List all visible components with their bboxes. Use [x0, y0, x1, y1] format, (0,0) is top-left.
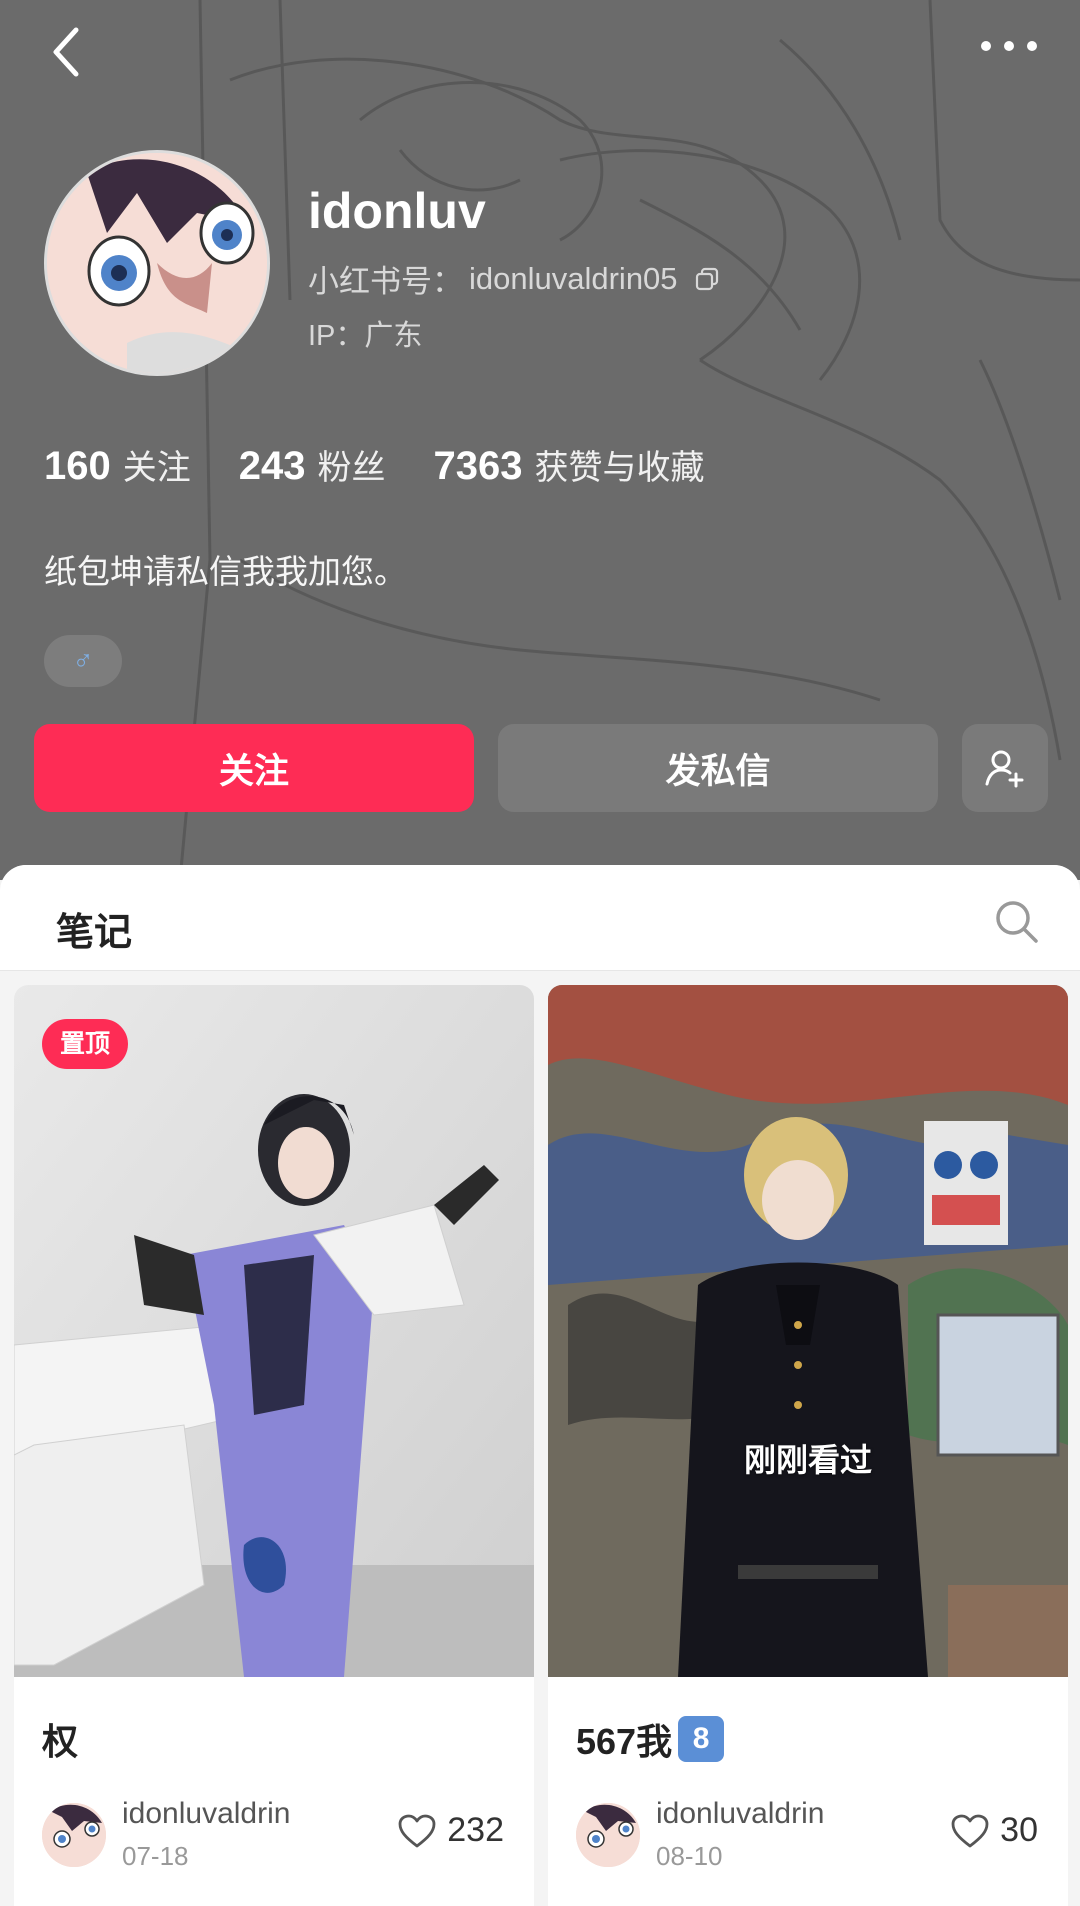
note-card[interactable]: 刚刚看过 567我 8 idonluvaldrin 08-10 30: [548, 985, 1068, 1906]
add-friend-button[interactable]: [962, 724, 1048, 812]
copy-icon[interactable]: [694, 266, 720, 292]
note-cover-image[interactable]: 置顶: [14, 985, 534, 1677]
xhs-id-value: idonluvaldrin05: [469, 260, 678, 296]
like-count: 30: [1000, 1811, 1038, 1849]
stat-likes-collects[interactable]: 7363 获赞与收藏: [434, 440, 705, 489]
profile-stats: 160 关注 243 粉丝 7363 获赞与收藏: [44, 440, 704, 489]
number-badge: 8: [678, 1716, 725, 1762]
note-title-text: 权: [42, 1721, 79, 1762]
gender-badge: ♂: [44, 635, 122, 687]
avatar[interactable]: [44, 150, 270, 376]
more-icon[interactable]: [974, 26, 1044, 66]
search-icon[interactable]: [992, 897, 1040, 945]
xhs-id-label: 小红书号：: [308, 264, 463, 299]
stat-label: 获赞与收藏: [534, 449, 705, 487]
xhs-id-line: 小红书号： idonluvaldrin05: [308, 256, 720, 301]
add-friend-icon: [985, 750, 1024, 788]
stat-value: 7363: [433, 444, 523, 488]
stat-label: 关注: [122, 449, 191, 487]
author-name[interactable]: idonluvaldrin: [122, 1797, 290, 1831]
note-title-text: 567我: [576, 1721, 673, 1762]
ip-location: IP：广东: [308, 312, 422, 354]
stat-following[interactable]: 160 关注: [44, 440, 191, 489]
note-title: 权: [42, 1713, 78, 1765]
back-arrow-icon[interactable]: [40, 22, 100, 82]
male-icon: ♂: [72, 645, 94, 676]
avatar-illustration: [47, 153, 267, 373]
note-title: 567我 8: [576, 1713, 725, 1765]
follow-button[interactable]: 关注: [34, 724, 474, 812]
author-avatar-illustration: [576, 1803, 640, 1867]
like-button[interactable]: 30: [950, 1811, 1038, 1850]
author-avatar[interactable]: [42, 1803, 106, 1867]
recently-viewed-label: 刚刚看过: [743, 1442, 872, 1478]
author-avatar[interactable]: [576, 1803, 640, 1867]
username: idonluv: [308, 183, 486, 239]
heart-icon: [951, 1814, 989, 1847]
author-avatar-illustration: [42, 1803, 106, 1867]
note-date: 08-10: [656, 1841, 723, 1871]
profile-bio: 纸包坤请私信我我加您。: [44, 553, 407, 590]
note-date: 07-18: [122, 1841, 189, 1871]
like-button[interactable]: 232: [397, 1811, 504, 1850]
like-count: 232: [447, 1811, 504, 1849]
notes-panel: 笔记 置顶 权 idonluvaldrin 07-18 232 刚刚看过 567…: [0, 865, 1080, 1906]
note-card[interactable]: 置顶 权 idonluvaldrin 07-18 232: [14, 985, 534, 1906]
tab-notes[interactable]: 笔记: [56, 901, 132, 956]
ip-label: IP：: [308, 320, 365, 352]
message-button[interactable]: 发私信: [498, 724, 938, 812]
note-cover-image[interactable]: 刚刚看过: [548, 985, 1068, 1677]
tab-bar: 笔记: [0, 865, 1080, 971]
stat-followers[interactable]: 243 粉丝: [239, 440, 386, 489]
stat-value: 243: [238, 444, 306, 488]
profile-header: idonluv 小红书号： idonluvaldrin05 IP：广东 160 关…: [0, 0, 1080, 880]
ip-value: 广东: [364, 320, 423, 352]
stat-value: 160: [44, 444, 111, 488]
stat-label: 粉丝: [317, 449, 386, 487]
cosplay-photo: [14, 985, 534, 1677]
author-name[interactable]: idonluvaldrin: [656, 1797, 824, 1831]
graffiti-photo: [548, 985, 1068, 1677]
heart-icon: [398, 1814, 436, 1847]
pinned-badge: 置顶: [42, 1019, 129, 1069]
